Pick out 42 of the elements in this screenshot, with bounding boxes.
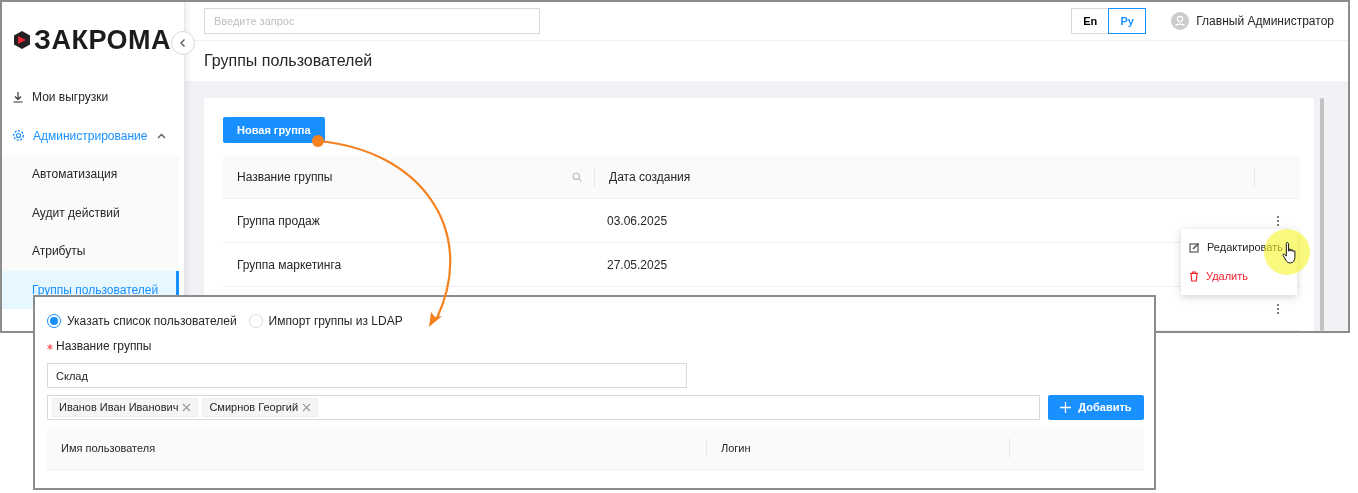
page-title: Группы пользователей [204,50,373,71]
trash-icon [1189,271,1199,282]
required-icon [47,343,53,350]
column-header: Дата создания [609,170,691,184]
plus-icon [1060,402,1072,413]
table-cell-text: Группа маркетинга [237,256,342,274]
close-icon [302,403,312,412]
logo-text: ЗАКРОМА [34,23,172,57]
submenu-item[interactable]: Аудит действий [2,193,179,232]
table-cell: 27.05.2025 [607,257,668,272]
user-name[interactable]: Главный Администратор [1196,11,1334,30]
avatar-icon [1171,11,1190,30]
field-label: Название группы [47,337,1144,355]
edit-icon [1189,242,1200,253]
submenu-item[interactable]: Атрибуты [2,232,179,271]
tag[interactable]: Смирнов Георгий [202,398,319,417]
input-field[interactable]: Склад [47,363,687,388]
column-header: Логин [721,441,751,454]
member-field[interactable]: Иванов Иван Иванович Смирнов Георгий [47,395,1040,420]
sidebar-item[interactable]: Мои выгрузки [2,78,184,117]
chevron-left-icon [178,38,188,48]
chevron-up-icon [157,132,166,139]
search-field[interactable]: Введите запрос [204,7,540,34]
radio-label: Указать список пользователей [67,313,237,330]
scrollbar[interactable] [1320,98,1324,331]
search-icon[interactable] [572,172,582,182]
close-icon [182,403,192,412]
column-header: Название группы [237,169,333,186]
settings-icon [12,129,25,143]
column-header: Имя пользователя [61,441,156,454]
more-icon[interactable] [1275,302,1280,315]
table-cell: 03.06.2025 [607,213,668,228]
radio-label: Импорт группы из LDAP [268,313,403,330]
logo-icon [12,30,32,50]
more-icon[interactable] [1275,214,1280,227]
language-button[interactable]: En [1071,7,1110,34]
submenu-item[interactable]: Автоматизация [2,155,179,194]
menu-item[interactable]: Удалить [1181,262,1297,291]
table-cell-text: Группа продаж [237,212,320,230]
collapse-button[interactable] [171,31,195,55]
tag[interactable]: Иванов Иван Иванович [52,398,199,417]
download-icon [12,91,24,104]
